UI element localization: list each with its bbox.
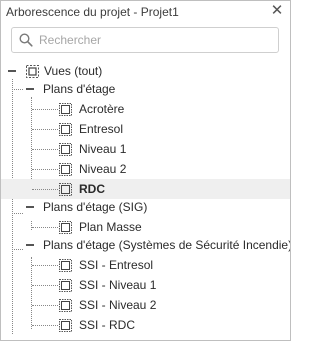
collapse-toggle-icon[interactable] xyxy=(26,88,34,90)
tree-guide-line xyxy=(32,285,58,286)
tree-item-label: Acrotère xyxy=(79,102,125,116)
collapse-toggle-icon[interactable] xyxy=(26,244,34,246)
floor-plan-view-icon xyxy=(59,143,72,156)
tree-guide-line xyxy=(32,227,58,228)
project-tree: Vues (tout) Plans d'étage Acrotère Entresol… xyxy=(1,1,290,340)
project-browser-panel: Arborescence du projet - Projet1 ✕ Vues … xyxy=(0,0,291,341)
views-icon xyxy=(26,65,39,78)
tree-guide-line xyxy=(32,129,58,130)
tree-group-label: Plans d'étage xyxy=(43,82,116,96)
tree-view-item[interactable]: Entresol xyxy=(1,119,290,139)
floor-plan-view-icon xyxy=(59,259,72,272)
floor-plan-view-icon xyxy=(59,183,72,196)
tree-guide-line xyxy=(32,169,58,170)
tree-guide-line xyxy=(32,305,58,306)
tree-guide-line xyxy=(32,189,58,190)
collapse-toggle-icon[interactable] xyxy=(26,206,34,208)
tree-group-node[interactable]: Plans d'étage (SIG) xyxy=(1,197,290,217)
tree-view-item[interactable]: SSI - RDC xyxy=(1,315,290,335)
tree-item-label: Plan Masse xyxy=(79,220,142,234)
tree-item-label: Niveau 2 xyxy=(79,162,127,176)
floor-plan-view-icon xyxy=(59,221,72,234)
tree-view-item[interactable]: RDC xyxy=(1,179,290,199)
tree-node-root[interactable]: Vues (tout) xyxy=(1,61,290,81)
tree-item-label: Niveau 1 xyxy=(79,142,127,156)
collapse-toggle-icon[interactable] xyxy=(8,70,16,72)
tree-group-label: Plans d'étage (Systèmes de Sécurité Ince… xyxy=(43,238,291,252)
floor-plan-view-icon xyxy=(59,123,72,136)
tree-group-node[interactable]: Plans d'étage (Systèmes de Sécurité Ince… xyxy=(1,235,290,255)
floor-plan-view-icon xyxy=(59,299,72,312)
tree-item-label: SSI - Niveau 2 xyxy=(79,298,157,312)
tree-item-label: SSI - RDC xyxy=(79,318,136,332)
tree-view-item[interactable]: Acrotère xyxy=(1,99,290,119)
tree-item-label: Entresol xyxy=(79,122,124,136)
floor-plan-view-icon xyxy=(59,103,72,116)
tree-guide-line xyxy=(32,109,58,110)
floor-plan-view-icon xyxy=(59,279,72,292)
tree-view-item[interactable]: Niveau 2 xyxy=(1,159,290,179)
tree-item-label: SSI - Entresol xyxy=(79,258,154,272)
tree-guide-line xyxy=(32,149,58,150)
tree-group-node[interactable]: Plans d'étage xyxy=(1,79,290,99)
tree-item-label: RDC xyxy=(79,182,105,196)
tree-node-label: Vues (tout) xyxy=(44,64,103,78)
tree-view-item[interactable]: Niveau 1 xyxy=(1,139,290,159)
tree-view-item[interactable]: Plan Masse xyxy=(1,217,290,237)
tree-view-item[interactable]: SSI - Entresol xyxy=(1,255,290,275)
floor-plan-view-icon xyxy=(59,319,72,332)
tree-group-label: Plans d'étage (SIG) xyxy=(43,200,148,214)
tree-view-item[interactable]: SSI - Niveau 1 xyxy=(1,275,290,295)
tree-guide-line xyxy=(32,265,58,266)
floor-plan-view-icon xyxy=(59,163,72,176)
tree-item-label: SSI - Niveau 1 xyxy=(79,278,157,292)
tree-view-item[interactable]: SSI - Niveau 2 xyxy=(1,295,290,315)
tree-guide-line xyxy=(32,325,58,326)
